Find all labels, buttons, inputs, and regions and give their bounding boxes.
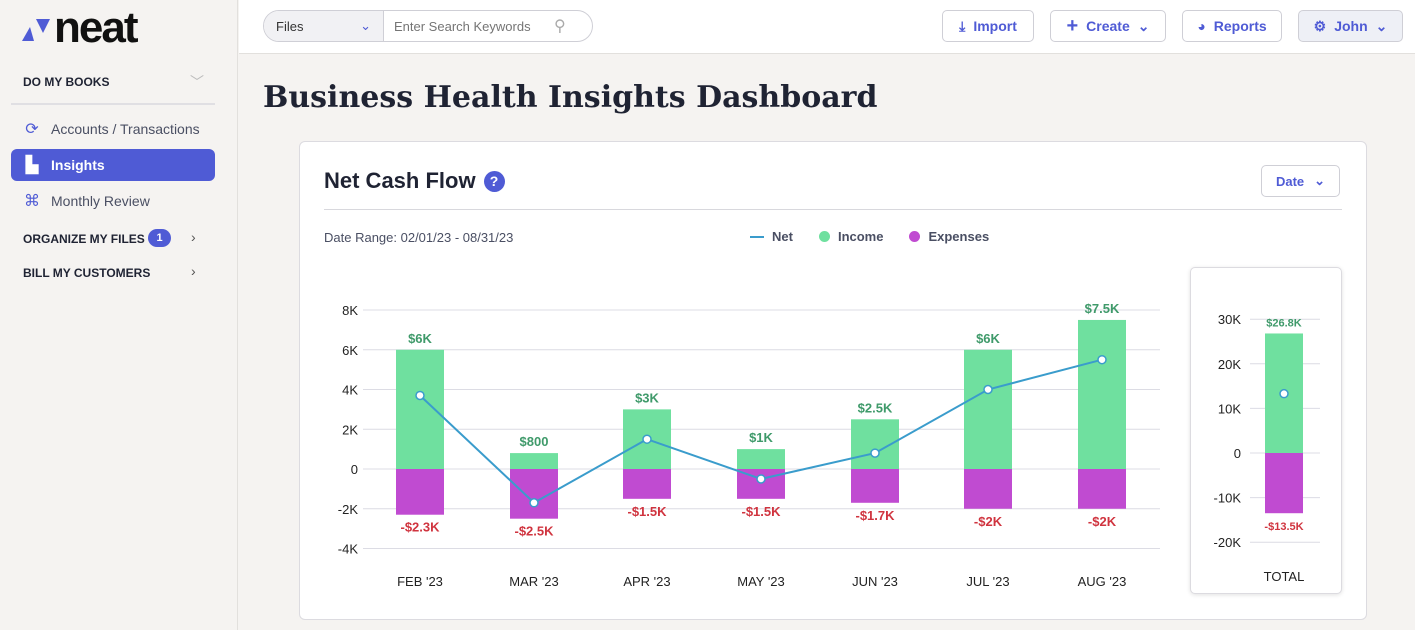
income-data-label: $2.5K xyxy=(858,400,893,415)
net-point xyxy=(415,390,425,401)
y-tick-label: 30K xyxy=(1218,312,1241,327)
x-category-label: AUG '23 xyxy=(1078,574,1127,589)
expense-data-label: -$1.7K xyxy=(855,508,895,523)
income-bar xyxy=(396,349,444,469)
expense-bar xyxy=(964,469,1012,509)
net-point xyxy=(983,384,993,395)
y-tick-label: 2K xyxy=(342,422,358,437)
income-bar xyxy=(964,349,1012,469)
expense-data-label: -$2K xyxy=(974,514,1003,529)
y-tick-label: 6K xyxy=(342,343,358,358)
y-tick-label: 20K xyxy=(1218,357,1241,372)
net-point xyxy=(529,498,539,508)
income-data-label: $3K xyxy=(635,390,659,405)
y-tick-label: 0 xyxy=(1234,446,1241,461)
x-category-label: JUN '23 xyxy=(852,574,898,589)
net-point xyxy=(1097,354,1107,365)
x-category-label: JUL '23 xyxy=(966,574,1009,589)
expense-data-label: -$2.3K xyxy=(400,520,440,535)
income-bar xyxy=(510,453,558,469)
x-category-label: TOTAL xyxy=(1264,569,1305,584)
expense-bar xyxy=(623,469,671,499)
y-tick-label: 8K xyxy=(342,303,358,318)
expense-bar xyxy=(851,469,899,503)
y-tick-label: 10K xyxy=(1218,401,1241,416)
net-cash-flow-chart: 8K 6K 4K 2K 0 -2K -4K $6K -$2.3K FEB '23 $800 -$2.5… xyxy=(338,301,1320,589)
expense-data-label: -$1.5K xyxy=(741,504,781,519)
x-category-label: MAR '23 xyxy=(509,574,558,589)
income-data-label: $1K xyxy=(749,430,773,445)
income-data-label: $26.8K xyxy=(1266,317,1302,329)
x-category-label: MAY '23 xyxy=(737,574,785,589)
expense-bar xyxy=(1265,453,1303,514)
expense-data-label: -$2K xyxy=(1088,514,1117,529)
x-category-label: FEB '23 xyxy=(397,574,443,589)
y-tick-label: 0 xyxy=(351,462,358,477)
x-category-label: APR '23 xyxy=(623,574,670,589)
income-data-label: $7.5K xyxy=(1085,301,1120,316)
expense-bar xyxy=(396,469,444,515)
y-tick-label: 4K xyxy=(342,383,358,398)
expense-bar xyxy=(1078,469,1126,509)
y-tick-label: -2K xyxy=(338,502,359,517)
income-data-label: $6K xyxy=(408,331,432,346)
expense-data-label: -$1.5K xyxy=(627,504,667,519)
y-tick-label: -4K xyxy=(338,542,359,557)
net-point xyxy=(642,434,652,444)
expense-data-label: -$2.5K xyxy=(514,524,554,539)
net-point xyxy=(870,448,880,458)
expense-data-label: -$13.5K xyxy=(1264,521,1303,533)
net-point xyxy=(1279,388,1289,399)
income-bar xyxy=(1078,319,1126,469)
income-data-label: $800 xyxy=(520,434,549,449)
income-bar xyxy=(737,449,785,469)
y-tick-label: -10K xyxy=(1214,491,1242,506)
net-point xyxy=(756,474,766,484)
y-tick-label: -20K xyxy=(1214,535,1242,550)
income-data-label: $6K xyxy=(976,331,1000,346)
